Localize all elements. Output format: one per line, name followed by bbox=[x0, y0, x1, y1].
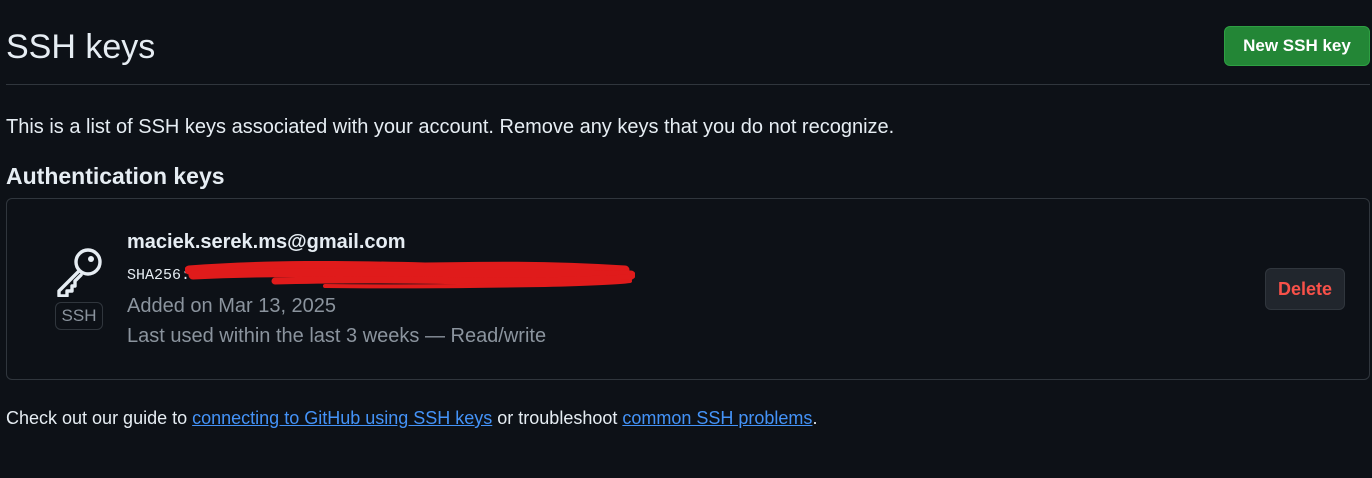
ssh-keys-page: SSH keys New SSH key This is a list of S… bbox=[0, 0, 1372, 478]
redaction-scribble bbox=[185, 261, 635, 289]
page-title: SSH keys bbox=[6, 28, 156, 66]
key-added-date: Added on Mar 13, 2025 bbox=[127, 295, 337, 317]
footer-suffix: . bbox=[812, 408, 818, 428]
ssh-key-item: SSH maciek.serek.ms@gmail.com SHA256: Ad… bbox=[6, 198, 1370, 380]
connecting-ssh-guide-link[interactable]: connecting to GitHub using SSH keys bbox=[192, 408, 492, 428]
help-footer: Check out our guide to connecting to Git… bbox=[6, 405, 817, 431]
delete-key-button[interactable]: Delete bbox=[1265, 268, 1345, 310]
footer-prefix: Check out our guide to bbox=[6, 408, 193, 428]
ssh-badge: SSH bbox=[55, 302, 103, 330]
common-ssh-problems-link[interactable]: common SSH problems bbox=[622, 408, 812, 428]
footer-middle: or troubleshoot bbox=[492, 408, 623, 428]
section-title: Authentication keys bbox=[6, 163, 225, 189]
key-fingerprint: SHA256: bbox=[127, 267, 191, 284]
page-header: SSH keys New SSH key bbox=[6, 0, 1370, 85]
fingerprint-row: SHA256: bbox=[127, 261, 647, 289]
intro-text: This is a list of SSH keys associated wi… bbox=[6, 116, 895, 138]
key-icon bbox=[57, 248, 102, 297]
new-ssh-key-button[interactable]: New SSH key bbox=[1224, 26, 1370, 66]
key-last-used: Last used within the last 3 weeks — Read… bbox=[127, 325, 547, 347]
key-title: maciek.serek.ms@gmail.com bbox=[127, 231, 406, 253]
